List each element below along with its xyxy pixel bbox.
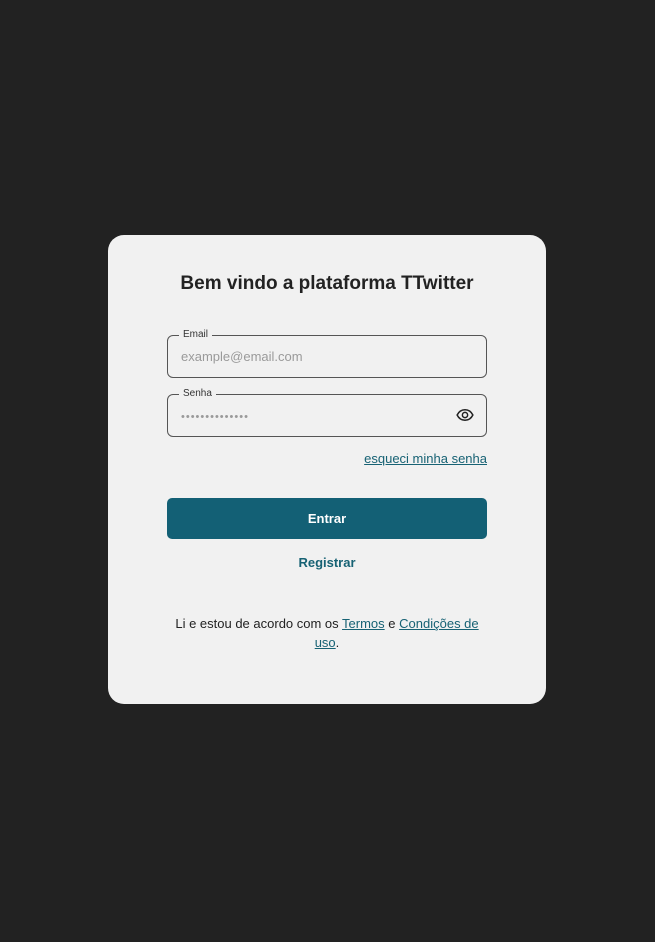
login-button[interactable]: Entrar	[167, 498, 487, 539]
login-card: Bem vindo a plataforma TTwitter Email Se…	[108, 235, 546, 704]
password-input[interactable]	[181, 395, 451, 436]
page-title: Bem vindo a plataforma TTwitter	[180, 273, 474, 294]
eye-icon[interactable]	[456, 406, 474, 424]
terms-text: Li e estou de acordo com os Termos e Con…	[167, 614, 487, 652]
register-link[interactable]: Registrar	[108, 555, 546, 570]
email-field[interactable]: Email	[167, 328, 487, 378]
terms-link[interactable]: Termos	[342, 616, 385, 631]
email-input[interactable]	[181, 336, 451, 377]
terms-suffix: .	[335, 635, 340, 650]
terms-prefix: Li e estou de acordo com os	[175, 616, 343, 631]
password-field[interactable]: Senha	[167, 387, 487, 437]
terms-middle: e	[384, 616, 400, 631]
forgot-password-link[interactable]: esqueci minha senha	[364, 451, 487, 466]
